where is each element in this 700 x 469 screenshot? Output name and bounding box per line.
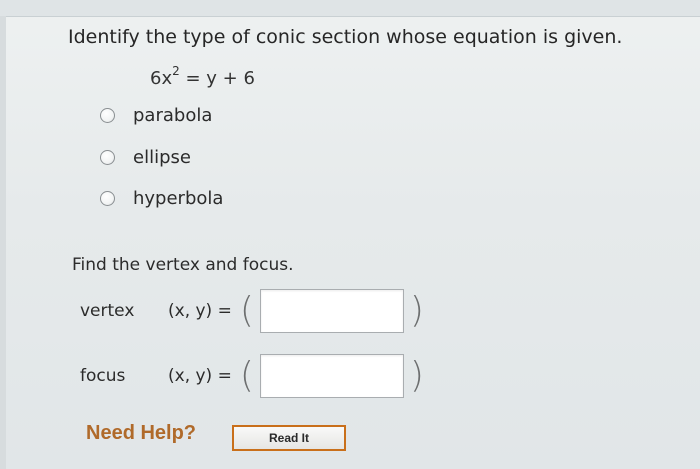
- radio-button[interactable]: [100, 107, 115, 123]
- vertex-answer-input[interactable]: [259, 289, 404, 333]
- need-help-label: Need Help?: [86, 422, 197, 444]
- focus-row: focus (x, y) = ( ): [80, 350, 424, 402]
- equation-rest: = y + 6: [179, 68, 255, 89]
- focus-label: focus: [80, 366, 126, 386]
- vertex-expression: (x, y) =: [168, 301, 232, 321]
- option-parabola[interactable]: parabola: [100, 103, 212, 127]
- read-it-button[interactable]: Read It: [232, 425, 346, 451]
- equation-exponent: 2: [172, 64, 180, 78]
- radio-button[interactable]: [100, 149, 115, 165]
- option-label: parabola: [133, 104, 213, 126]
- subquestion-prompt: Find the vertex and focus.: [72, 255, 294, 275]
- homework-page: Identify the type of conic section whose…: [0, 0, 700, 469]
- left-border: [0, 16, 6, 469]
- vertex-row: vertex (x, y) = ( ): [80, 285, 424, 337]
- option-ellipse[interactable]: ellipse: [100, 145, 191, 169]
- focus-answer-input[interactable]: [259, 354, 404, 398]
- option-label: ellipse: [133, 146, 191, 168]
- open-paren: (: [239, 355, 254, 396]
- equation-lhs-base: 6x: [150, 68, 173, 89]
- close-paren: ): [409, 290, 424, 331]
- option-label: hyperbola: [133, 187, 224, 209]
- radio-button[interactable]: [100, 190, 115, 206]
- vertex-label: vertex: [80, 301, 135, 321]
- option-hyperbola[interactable]: hyperbola: [100, 186, 223, 210]
- question-prompt: Identify the type of conic section whose…: [68, 26, 623, 48]
- close-paren: ): [409, 355, 424, 396]
- top-border: [0, 0, 700, 17]
- focus-expression: (x, y) =: [168, 366, 232, 386]
- open-paren: (: [239, 290, 254, 331]
- conic-equation: 6x2 = y + 6: [150, 64, 255, 89]
